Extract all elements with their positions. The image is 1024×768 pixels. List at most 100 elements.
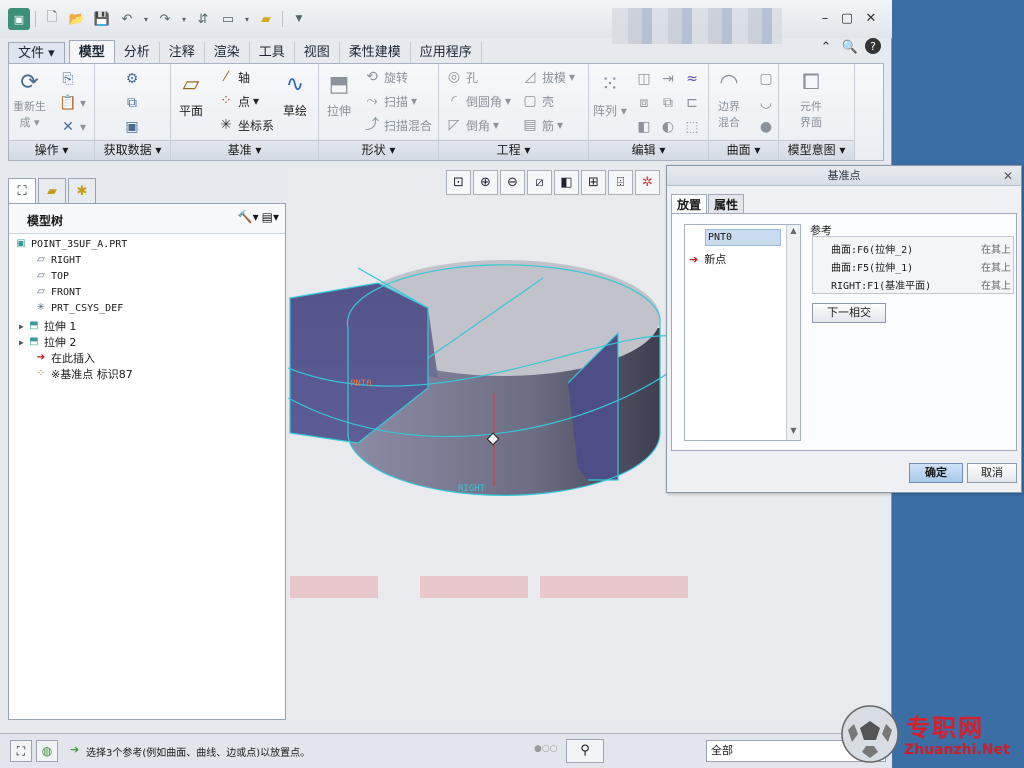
thicken-button[interactable]: ⊏ (683, 94, 701, 112)
tab-file[interactable]: 文件 ▾ (8, 42, 65, 64)
saved-views-icon[interactable]: ⊞ (581, 170, 606, 195)
search-icon[interactable]: 🔍 (841, 38, 859, 56)
style-button[interactable]: ◡ (757, 94, 775, 112)
tab-render[interactable]: 渲染 (205, 42, 250, 64)
tab-placement[interactable]: 放置 (671, 194, 708, 214)
tab-view[interactable]: 视图 (295, 42, 340, 64)
maximize-icon[interactable]: ▢ (838, 11, 856, 27)
expand-icon[interactable]: ▶ (19, 338, 24, 347)
project-button[interactable]: ≈ (683, 70, 701, 88)
csys-button[interactable]: ✳ 坐标系 (217, 116, 274, 134)
intersect-button[interactable]: ◐ (659, 118, 677, 136)
customize-icon[interactable]: ▼ (288, 8, 310, 30)
redo-icon[interactable]: ↷ (154, 8, 176, 30)
undo-dropdown-icon[interactable]: ▾ (141, 8, 151, 30)
point-button[interactable]: ⁘ 点 ▾ (217, 92, 259, 110)
paste-button[interactable]: 📋 ▾ (59, 94, 86, 112)
ok-button[interactable]: 确定 (909, 463, 963, 483)
refit-icon[interactable]: ⊡ (446, 170, 471, 195)
tab-applications[interactable]: 应用程序 (411, 42, 482, 64)
editing-menu[interactable]: 编辑 ▾ (589, 140, 708, 160)
user-defined-feature-button[interactable]: ⚙ (123, 70, 141, 88)
tree-node-extrude-2[interactable]: ▶ ⬒ 拉伸 2 (19, 334, 76, 350)
folder-icon[interactable]: ▰ (255, 8, 277, 30)
chamfer-button[interactable]: ◸ 倒角 ▾ (445, 116, 499, 134)
scroll-down-icon[interactable]: ▼ (787, 426, 800, 439)
tab-tools[interactable]: 工具 (250, 42, 295, 64)
collapse-ribbon-icon[interactable]: ⌃ (817, 38, 835, 56)
scroll-up-icon[interactable]: ▲ (787, 226, 800, 239)
expand-icon[interactable]: ▶ (19, 322, 24, 331)
tree-node-insert-here[interactable]: ➔ 在此插入 (35, 350, 95, 366)
minimize-icon[interactable]: – (816, 11, 834, 27)
mirror-button[interactable]: ◫ (635, 70, 653, 88)
round-button[interactable]: ◜ 倒圆角 ▾ (445, 92, 511, 110)
open-icon[interactable]: 📂 (66, 8, 88, 30)
tab-model[interactable]: 模型 (68, 40, 115, 64)
point-list[interactable]: PNT0 ➔ 新点 ▲ ▼ (684, 224, 801, 441)
close-icon[interactable]: ✕ (862, 11, 880, 27)
new-point-item[interactable]: ➔ 新点 (689, 251, 726, 267)
sweep-button[interactable]: ⤳ 扫描 ▾ (363, 92, 417, 110)
trim-button[interactable]: ⇥ (659, 70, 677, 88)
boundary-blend-button[interactable]: ◠ 边界 混合 (713, 68, 745, 130)
copy-geometry-button[interactable]: ⧉ (123, 94, 141, 112)
axis-button[interactable]: ⁄ 轴 (217, 68, 250, 86)
navigator-toggle-icon[interactable]: ⛶ (10, 740, 32, 762)
merge-button[interactable]: ◧ (635, 118, 653, 136)
favorites-tab[interactable]: ✱ (68, 178, 96, 204)
reference-row[interactable]: 曲面:F6(拉伸_2) 在其上 (831, 241, 1011, 256)
repaint-icon[interactable]: ⧄ (527, 170, 552, 195)
tree-node-datum-point[interactable]: ⁘ ※基准点 标识87 (35, 366, 133, 382)
extend-button[interactable]: ⧈ (635, 94, 653, 112)
fill-button[interactable]: ▢ (757, 70, 775, 88)
point-list-scrollbar[interactable]: ▲ ▼ (786, 225, 800, 440)
datum-display-icon[interactable]: ✲ (635, 170, 660, 195)
zoom-out-icon[interactable]: ⊖ (500, 170, 525, 195)
tab-analysis[interactable]: 分析 (115, 42, 160, 64)
reference-row[interactable]: 曲面:F5(拉伸_1) 在其上 (831, 259, 1011, 274)
tree-node-part[interactable]: ▣ POINT_3SUF_A.PRT (15, 238, 127, 250)
redo-dropdown-icon[interactable]: ▾ (179, 8, 189, 30)
cancel-button[interactable]: 取消 (967, 463, 1017, 483)
rib-button[interactable]: ▤ 筋 ▾ (521, 116, 563, 134)
plane-button[interactable]: ▱ 平面 (175, 70, 207, 119)
engineering-menu[interactable]: 工程 ▾ (439, 140, 588, 160)
undo-icon[interactable]: ↶ (116, 8, 138, 30)
offset-button[interactable]: ⧉ (659, 94, 677, 112)
shell-button[interactable]: ▢ 壳 (521, 92, 554, 110)
save-icon[interactable]: 💾 (91, 8, 113, 30)
tab-flexible-modeling[interactable]: 柔性建模 (340, 42, 411, 64)
surfaces-menu[interactable]: 曲面 ▾ (709, 140, 778, 160)
delete-button[interactable]: ✕ ▾ (59, 118, 86, 136)
dialog-close-icon[interactable]: ✕ (1003, 169, 1013, 183)
display-style-icon[interactable]: ◧ (554, 170, 579, 195)
browser-toggle-icon[interactable]: ◍ (36, 740, 58, 762)
datum-menu[interactable]: 基准 ▾ (171, 140, 318, 160)
tab-annotate[interactable]: 注释 (160, 42, 205, 64)
folder-browser-tab[interactable]: ▰ (38, 178, 66, 204)
tree-node-front[interactable]: ▱ FRONT (35, 286, 81, 298)
app-icon[interactable]: ▣ (8, 8, 30, 30)
windows-icon[interactable]: ▭ (217, 8, 239, 30)
zoom-in-icon[interactable]: ⊕ (473, 170, 498, 195)
solidify-button[interactable]: ⬚ (683, 118, 701, 136)
operations-menu[interactable]: 操作 ▾ (9, 140, 94, 160)
point-list-item[interactable]: PNT0 (705, 229, 781, 246)
new-icon[interactable]: 🗋 (41, 8, 63, 30)
model-intent-menu[interactable]: 模型意图 ▾ (779, 140, 854, 160)
tab-properties[interactable]: 属性 (708, 194, 745, 214)
model-tree-tab[interactable]: ⛶ (8, 178, 36, 204)
tree-node-right[interactable]: ▱ RIGHT (35, 254, 81, 266)
extrude-button[interactable]: ⬒ 拉伸 (323, 70, 355, 119)
pattern-button[interactable]: ⁙ 阵列 ▾ (593, 70, 627, 119)
shrinkwrap-button[interactable]: ▣ (123, 118, 141, 136)
hole-button[interactable]: ◎ 孔 (445, 68, 478, 86)
regenerate-icon[interactable]: ⇵ (192, 8, 214, 30)
get-data-menu[interactable]: 获取数据 ▾ (95, 140, 170, 160)
component-interface-button[interactable]: ⧠ 元件 界面 (795, 68, 827, 130)
tree-node-top[interactable]: ▱ TOP (35, 270, 69, 282)
tree-display-icon[interactable]: ▤▾ (262, 210, 279, 224)
regenerate-button[interactable]: ⟳ 重新生 成 ▾ (13, 68, 46, 130)
sketch-button[interactable]: ∿ 草绘 (279, 70, 311, 119)
